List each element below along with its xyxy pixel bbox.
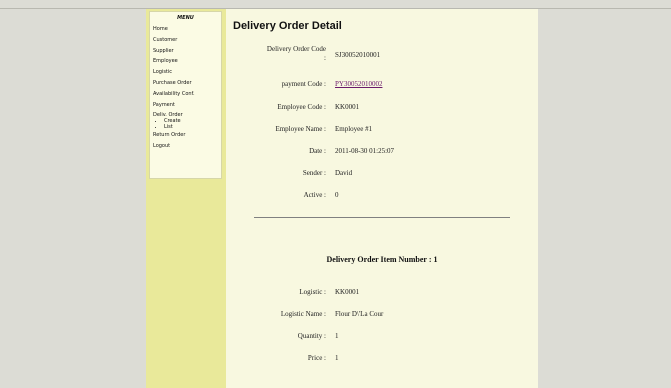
row-quantity: Quantity : 1 [226, 332, 538, 344]
menu-item-logistic[interactable]: Logistic [153, 67, 221, 78]
row-price: Price : 1 [226, 354, 538, 366]
page: MENU Home Customer Supplier Employee Log… [0, 0, 671, 388]
item-section-title: Delivery Order Item Number : 1 [326, 255, 438, 264]
label-date: Date : [309, 147, 326, 155]
payment-code-link[interactable]: PY30052010002 [335, 80, 382, 88]
row-date: Date : 2011-08-30 01:25:07 [226, 147, 538, 159]
value-active: 0 [335, 191, 339, 199]
deliv-order-submenu: Create List [153, 119, 221, 130]
label-delivery-order-code: Delivery Order Code : [267, 45, 326, 63]
label-logistic: Logistic : [299, 288, 326, 296]
label-employee-name: Employee Name : [275, 125, 326, 133]
menu-list: Home Customer Supplier Employee Logistic… [150, 24, 221, 152]
content-panel: Delivery Order Detail Delivery Order Cod… [226, 9, 538, 388]
label-logistic-name: Logistic Name : [280, 310, 326, 318]
value-employee-code: KK0001 [335, 103, 360, 111]
menu-title: MENU [177, 15, 194, 21]
row-employee-name: Employee Name : Employee #1 [226, 125, 538, 137]
row-employee-code: Employee Code : KK0001 [226, 103, 538, 115]
menu-item-logout[interactable]: Logout [153, 141, 221, 152]
menu-item-supplier[interactable]: Supplier [153, 46, 221, 57]
label-employee-code: Employee Code : [277, 103, 326, 111]
menu-item-deliv-order-group: Deliv. Order Create List [153, 112, 221, 130]
label-delivery-order-code-text: Delivery Order Code [266, 45, 326, 53]
page-title: Delivery Order Detail [233, 20, 342, 32]
row-logistic-name: Logistic Name : Flour D\'La Cour [226, 310, 538, 322]
value-quantity: 1 [335, 332, 339, 340]
value-logistic-name: Flour D\'La Cour [335, 310, 384, 318]
menu-item-employee[interactable]: Employee [153, 56, 221, 67]
section-divider [254, 217, 510, 218]
value-logistic: KK0001 [335, 288, 360, 296]
label-payment-code: payment Code : [281, 80, 326, 88]
menu-item-availability-conf[interactable]: Availability Conf. [153, 89, 221, 100]
value-sender: David [335, 169, 353, 177]
value-date: 2011-08-30 01:25:07 [335, 147, 395, 155]
label-price: Price : [307, 354, 326, 362]
label-sender: Sender : [302, 169, 326, 177]
label-delivery-order-code-colon: : [324, 54, 326, 62]
label-quantity: Quantity : [297, 332, 326, 340]
row-logistic: Logistic : KK0001 [226, 288, 538, 300]
menu-item-home[interactable]: Home [153, 24, 221, 35]
menu-item-customer[interactable]: Customer [153, 35, 221, 46]
label-active: Active : [303, 191, 326, 199]
menu-item-payment[interactable]: Payment [153, 100, 221, 111]
row-payment-code: payment Code : PY30052010002 [226, 80, 538, 92]
row-delivery-order-code: Delivery Order Code : SJ30052010001 [226, 45, 538, 67]
value-price: 1 [335, 354, 339, 362]
menu-item-return-order[interactable]: Return Order [153, 130, 221, 141]
row-active: Active : 0 [226, 191, 538, 203]
menu-box: MENU Home Customer Supplier Employee Log… [149, 11, 222, 179]
menu-item-purchase-order[interactable]: Purchase Order [153, 78, 221, 89]
row-sender: Sender : David [226, 169, 538, 181]
value-employee-name: Employee #1 [335, 125, 373, 133]
value-delivery-order-code: SJ30052010001 [335, 51, 381, 59]
